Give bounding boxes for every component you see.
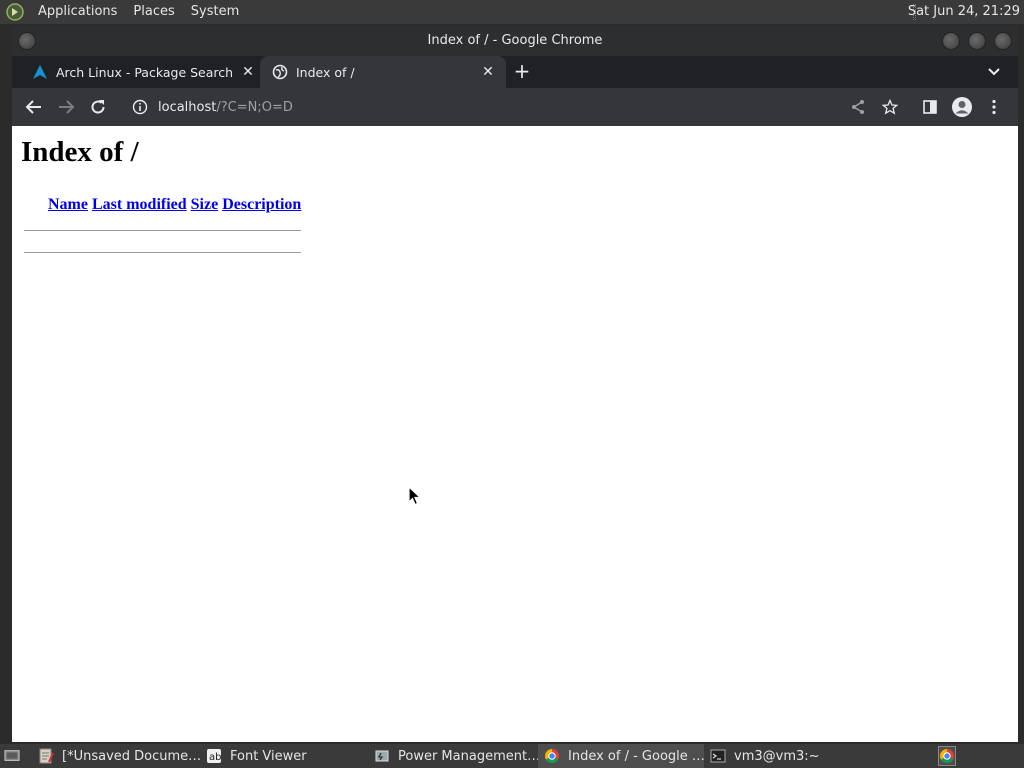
workspace-switcher[interactable]: [936, 744, 960, 768]
browser-toolbar: localhost/?C=N;O=D: [12, 88, 1018, 126]
taskbar-item-text-editor[interactable]: [*Unsaved Docume…: [32, 744, 200, 768]
close-icon[interactable]: ✕: [478, 62, 498, 82]
kebab-menu-icon[interactable]: [982, 95, 1006, 119]
url-text[interactable]: localhost/?C=N;O=D: [158, 100, 293, 115]
side-panel-icon[interactable]: [918, 95, 942, 119]
globe-icon: [272, 64, 288, 80]
tab-strip: Arch Linux - Package Search ✕ Index of /…: [12, 56, 1018, 88]
taskbar-item-chrome[interactable]: Index of / - Google …: [538, 744, 704, 768]
taskbar: [*Unsaved Docume… ab Font Viewer Power M…: [0, 744, 1024, 768]
profile-avatar-icon[interactable]: [950, 95, 974, 119]
taskbar-item-power-management[interactable]: Power Management…: [368, 744, 538, 768]
arch-linux-icon: [32, 64, 48, 80]
taskbar-item-terminal[interactable]: vm3@vm3:~: [704, 744, 872, 768]
task-label: Font Viewer: [230, 748, 307, 764]
column-last-modified-link[interactable]: Last modified: [92, 196, 187, 214]
font-viewer-icon: ab: [206, 748, 222, 764]
url-host: localhost: [158, 99, 217, 115]
window-menu-button[interactable]: [18, 32, 36, 50]
mouse-cursor-icon: [408, 485, 422, 510]
task-label: [*Unsaved Docume…: [62, 748, 200, 764]
taskbar-item-font-viewer[interactable]: ab Font Viewer: [200, 744, 368, 768]
minimize-button[interactable]: [942, 32, 960, 50]
column-description-link[interactable]: Description: [222, 196, 301, 214]
reload-button[interactable]: [86, 95, 110, 119]
text-editor-icon: [38, 748, 54, 764]
info-icon[interactable]: [132, 99, 148, 115]
chrome-icon: [544, 748, 560, 764]
forward-button[interactable]: [54, 95, 78, 119]
chrome-icon: [938, 746, 956, 766]
terminal-icon: [710, 748, 726, 764]
back-button[interactable]: [22, 95, 46, 119]
task-label: Index of / - Google …: [568, 748, 704, 764]
chevron-down-icon[interactable]: [984, 62, 1004, 82]
url-path: /?C=N;O=D: [216, 99, 293, 115]
divider: [24, 252, 301, 253]
menu-system[interactable]: System: [183, 0, 247, 24]
mate-menu-icon[interactable]: [4, 1, 26, 23]
listing-headers: Name Last modified Size Description: [24, 196, 301, 214]
tab-title: Index of /: [296, 64, 355, 80]
share-icon[interactable]: [846, 95, 870, 119]
new-tab-button[interactable]: +: [510, 60, 534, 84]
address-bar[interactable]: localhost/?C=N;O=D: [124, 92, 920, 122]
close-window-button[interactable]: [994, 32, 1012, 50]
column-name-link[interactable]: Name: [48, 196, 88, 214]
bookmark-star-icon[interactable]: [878, 95, 902, 119]
close-icon[interactable]: ✕: [238, 62, 258, 82]
menu-places[interactable]: Places: [125, 0, 182, 24]
svg-text:ab: ab: [209, 752, 221, 763]
maximize-button[interactable]: [968, 32, 986, 50]
page-title: Index of /: [21, 136, 139, 168]
tab-title: Arch Linux - Package Search: [56, 64, 234, 80]
power-management-icon: [374, 748, 390, 764]
task-label: Power Management…: [398, 748, 538, 764]
menu-applications[interactable]: Applications: [30, 0, 125, 24]
window-title: Index of / - Google Chrome: [427, 33, 603, 48]
show-desktop-button[interactable]: [0, 744, 28, 768]
task-label: vm3@vm3:~: [734, 748, 820, 764]
tab-arch-linux[interactable]: Arch Linux - Package Search ✕: [20, 56, 266, 88]
tab-index-of[interactable]: Index of / ✕: [260, 56, 506, 88]
top-panel: Applications Places System Sat Jun 24, 2…: [0, 0, 1024, 24]
clock[interactable]: Sat Jun 24, 21:29: [908, 0, 1020, 24]
show-desktop-icon: [4, 748, 20, 764]
divider: [24, 230, 301, 231]
page-content: Index of / Name Last modified Size Descr…: [12, 126, 1018, 742]
column-size-link[interactable]: Size: [191, 196, 219, 214]
directory-listing: Name Last modified Size Description: [24, 196, 301, 253]
browser-window: Index of / - Google Chrome Arch Linux - …: [12, 26, 1018, 742]
window-titlebar[interactable]: Index of / - Google Chrome: [12, 26, 1018, 56]
